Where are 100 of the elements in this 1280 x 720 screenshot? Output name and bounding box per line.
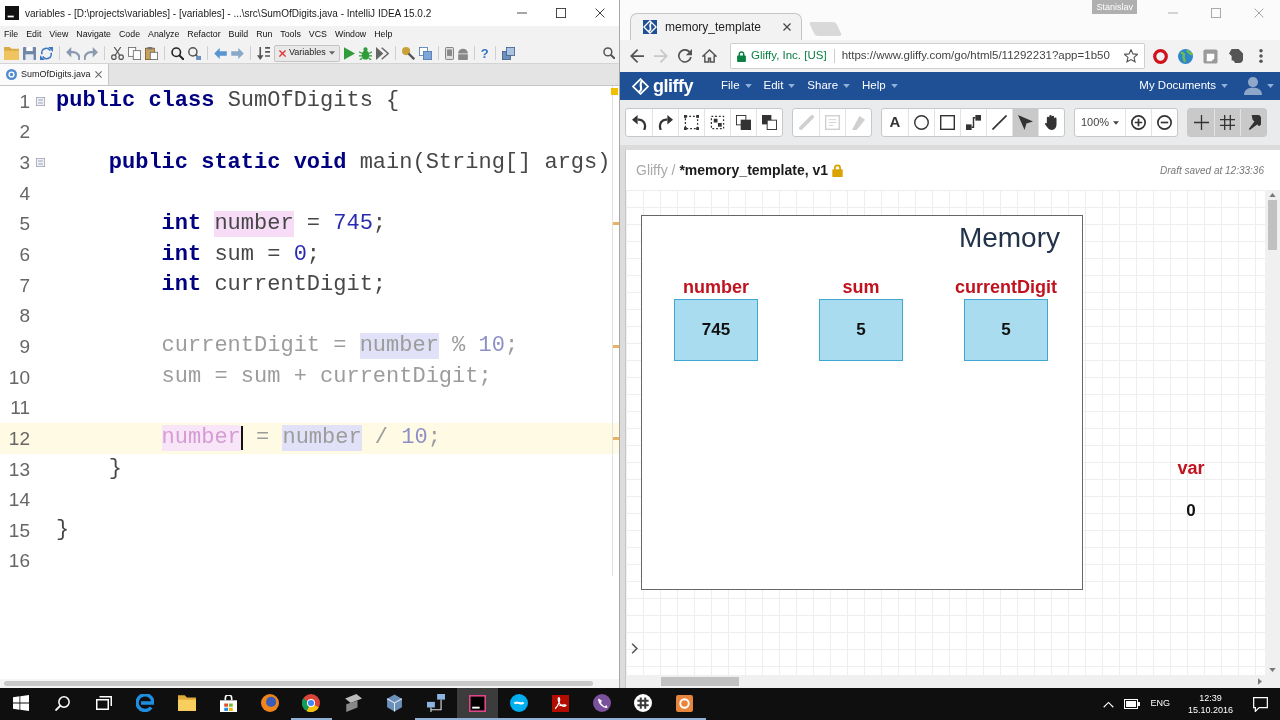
caret-icon[interactable] bbox=[1267, 84, 1274, 88]
save-icon[interactable] bbox=[23, 46, 36, 60]
globe-icon[interactable] bbox=[1178, 48, 1193, 64]
home-icon[interactable] bbox=[701, 49, 717, 63]
structure-icon[interactable] bbox=[418, 46, 432, 60]
copy-icon[interactable] bbox=[128, 46, 141, 60]
documents-menu-button[interactable]: My Documents bbox=[1139, 77, 1228, 95]
globe-icon[interactable] bbox=[260, 694, 279, 712]
scroll-thumb[interactable] bbox=[1268, 200, 1277, 250]
search-icon[interactable] bbox=[54, 695, 70, 711]
task-view-icon[interactable] bbox=[95, 696, 112, 710]
language-indicator[interactable]: ENG bbox=[1150, 697, 1170, 711]
search-icon[interactable] bbox=[603, 47, 615, 59]
clock-time[interactable]: 12:39 bbox=[1199, 692, 1222, 704]
notification-icon[interactable] bbox=[1253, 696, 1268, 712]
browser-icon[interactable] bbox=[136, 694, 155, 712]
coverage-icon[interactable] bbox=[375, 46, 389, 60]
pointer-button[interactable] bbox=[1012, 109, 1038, 136]
maximize-icon bbox=[555, 8, 566, 18]
menu-item[interactable]: Code bbox=[115, 27, 145, 42]
run-icon[interactable] bbox=[343, 46, 355, 60]
caret-icon bbox=[890, 84, 898, 88]
back-icon[interactable] bbox=[630, 49, 644, 63]
scroll-up-icon[interactable] bbox=[1269, 193, 1276, 197]
minimize-icon bbox=[1167, 12, 1178, 14]
menu-item[interactable]: Window bbox=[330, 27, 371, 42]
menu-item[interactable]: Navigate bbox=[72, 27, 115, 42]
scroll-thumb[interactable] bbox=[661, 677, 739, 686]
magnifier-icon[interactable] bbox=[188, 46, 201, 60]
arrow-button[interactable] bbox=[1240, 109, 1266, 136]
reload-icon[interactable] bbox=[678, 49, 692, 63]
scroll-down-icon[interactable] bbox=[1269, 668, 1276, 672]
code-text: ; bbox=[504, 333, 519, 360]
menu-item[interactable]: Edit bbox=[22, 27, 46, 42]
extension-icon[interactable] bbox=[1228, 49, 1243, 63]
scissors-icon[interactable] bbox=[111, 46, 124, 60]
scrollbar[interactable] bbox=[0, 679, 619, 688]
code-text: = bbox=[255, 425, 271, 452]
code-number: 10 bbox=[401, 425, 428, 452]
code-number: 10 bbox=[478, 333, 505, 360]
scroll-thumb[interactable] bbox=[4, 681, 593, 686]
cube-icon[interactable] bbox=[385, 694, 403, 712]
menu-item[interactable]: Refactor bbox=[183, 27, 225, 42]
menu-button[interactable]: Help bbox=[862, 77, 898, 95]
menu-item[interactable]: Help bbox=[370, 27, 397, 42]
start-icon[interactable] bbox=[12, 695, 29, 711]
close-icon[interactable] bbox=[783, 23, 791, 31]
folder-icon[interactable] bbox=[177, 695, 196, 711]
project-structure-icon[interactable] bbox=[501, 46, 515, 60]
scrollbar[interactable] bbox=[1265, 190, 1280, 675]
build-icon[interactable] bbox=[257, 46, 270, 60]
chevron-right-icon[interactable] bbox=[631, 643, 638, 654]
zoom-dropdown[interactable]: 100% bbox=[1075, 109, 1125, 136]
app-icon[interactable] bbox=[343, 694, 362, 712]
run-configuration-dropdown[interactable]: Variables bbox=[274, 44, 340, 62]
code-number: 0 bbox=[293, 241, 307, 268]
help-button[interactable]: ? bbox=[480, 46, 489, 60]
avatar-icon[interactable] bbox=[1244, 77, 1262, 95]
menu-item[interactable]: Run bbox=[252, 27, 277, 42]
editor-tab[interactable]: SumOfDigits.java bbox=[0, 64, 109, 85]
battery-icon[interactable] bbox=[1124, 699, 1141, 709]
menu-item[interactable]: View bbox=[45, 27, 73, 42]
grid-button[interactable] bbox=[1214, 109, 1240, 136]
text-tool-button[interactable]: A bbox=[882, 109, 908, 136]
menu-button[interactable]: Share bbox=[807, 77, 851, 95]
undo-icon[interactable] bbox=[66, 46, 80, 60]
variable-label: var bbox=[1177, 458, 1205, 479]
menu-item[interactable]: Build bbox=[224, 27, 253, 42]
sync-icon[interactable] bbox=[40, 46, 53, 60]
scroll-right-icon[interactable] bbox=[1258, 678, 1262, 685]
find-icon[interactable] bbox=[171, 46, 184, 60]
bug-icon[interactable] bbox=[358, 46, 372, 60]
ring-icon[interactable] bbox=[1153, 48, 1168, 64]
menu-button[interactable]: Edit bbox=[763, 77, 796, 95]
taskbar-button[interactable] bbox=[456, 688, 498, 720]
magnifier-icon[interactable] bbox=[401, 46, 415, 60]
address-bar[interactable]: Gliffy, Inc. [US] https://www.gliffy.com/go/html5/11292231?app=1b50 bbox=[730, 43, 1145, 69]
arrow-left-icon[interactable] bbox=[214, 47, 227, 59]
menu-item[interactable]: Analyze bbox=[144, 27, 184, 42]
menu-item[interactable]: Tools bbox=[276, 27, 305, 42]
dome-icon[interactable] bbox=[457, 46, 468, 60]
note-icon[interactable] bbox=[1203, 48, 1218, 64]
menu-icon[interactable] bbox=[1258, 49, 1263, 63]
menu-item[interactable]: File bbox=[0, 27, 23, 42]
menu-button[interactable]: File bbox=[721, 77, 752, 95]
menu-item[interactable]: VCS bbox=[304, 27, 331, 42]
star-icon[interactable] bbox=[1124, 49, 1138, 63]
browser-tab[interactable]: memory_template bbox=[630, 13, 802, 40]
caret-icon bbox=[843, 84, 851, 88]
document-title: *memory_template, v1 bbox=[679, 160, 829, 180]
redo-icon[interactable] bbox=[84, 46, 98, 60]
scrollbar[interactable] bbox=[626, 675, 1280, 688]
close-icon[interactable] bbox=[94, 71, 102, 78]
chevron-up-icon[interactable] bbox=[1103, 700, 1115, 708]
clock-date[interactable]: 15.10.2016 bbox=[1187, 704, 1233, 716]
shopping-bag-icon[interactable] bbox=[219, 694, 237, 712]
device-icon[interactable] bbox=[444, 46, 454, 60]
crosshair-button[interactable] bbox=[1188, 109, 1214, 136]
caret-icon bbox=[1221, 84, 1228, 88]
paste-icon[interactable] bbox=[145, 46, 158, 60]
